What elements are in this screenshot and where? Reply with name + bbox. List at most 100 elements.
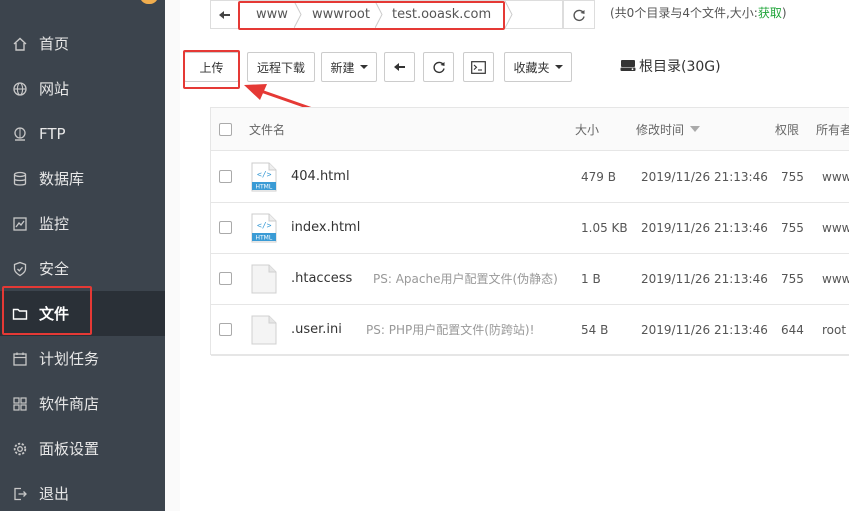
file-permission[interactable]: 755	[781, 151, 804, 202]
sidebar: 首页 网站 FTP 数据库 监控 安全 文件 计划任务 软件商店 面板设置 退出	[0, 0, 165, 511]
sidebar-item-files[interactable]: 文件	[0, 291, 165, 336]
upload-button[interactable]: 上传	[184, 52, 239, 82]
logout-icon	[11, 485, 29, 503]
sidebar-item-label: 文件	[39, 305, 70, 323]
breadcrumb-site[interactable]: test.ooask.com	[392, 1, 491, 28]
sort-desc-icon	[690, 126, 701, 132]
terminal-icon	[471, 60, 486, 74]
path-address-bar[interactable]: www wwwroot test.ooask.com	[237, 0, 563, 29]
blank-file-icon	[251, 304, 277, 355]
breadcrumb-separator-icon	[294, 1, 302, 28]
file-permission[interactable]: 644	[781, 304, 804, 355]
sidebar-item-label: 面板设置	[39, 440, 100, 458]
header-filename[interactable]: 文件名	[249, 108, 285, 150]
sidebar-item-label: 网站	[39, 80, 70, 98]
chevron-down-icon	[554, 65, 563, 69]
row-checkbox[interactable]	[219, 202, 232, 253]
header-owner[interactable]: 所有者	[816, 108, 849, 150]
directory-info: (共0个目录与4个文件,大小:获取)	[610, 0, 787, 27]
header-mtime-label: 修改时间	[636, 122, 685, 137]
file-name[interactable]: 404.html	[291, 151, 350, 202]
favorites-label: 收藏夹	[513, 60, 550, 75]
breadcrumb-separator-icon	[505, 1, 513, 28]
new-dropdown-button[interactable]: 新建	[321, 52, 377, 82]
sidebar-item-label: 数据库	[39, 170, 85, 188]
table-row[interactable]: .htaccess PS: Apache用户配置文件(伪静态) 1 B 2019…	[211, 253, 849, 305]
shield-icon	[11, 260, 29, 278]
svg-text:HTML: HTML	[256, 234, 273, 241]
sidebar-item-store[interactable]: 软件商店	[0, 381, 165, 426]
main-area: www wwwroot test.ooask.com (共0个目录与4个文件,大…	[165, 0, 849, 511]
globe-icon	[11, 80, 29, 98]
sidebar-item-database[interactable]: 数据库	[0, 156, 165, 201]
file-mtime: 2019/11/26 21:13:46	[641, 220, 768, 235]
sidebar-item-cron[interactable]: 计划任务	[0, 336, 165, 381]
row-checkbox[interactable]	[219, 151, 232, 202]
sidebar-item-security[interactable]: 安全	[0, 246, 165, 291]
blank-file-icon	[251, 253, 277, 304]
file-permission[interactable]: 755	[781, 253, 804, 304]
remote-download-button[interactable]: 远程下载	[247, 52, 315, 82]
select-all-checkbox[interactable]	[219, 108, 232, 150]
file-permission[interactable]: 755	[781, 202, 804, 253]
svg-text:HTML: HTML	[256, 183, 273, 190]
file-name[interactable]: .user.ini	[291, 304, 342, 355]
file-size: 54 B	[581, 322, 609, 337]
home-icon	[11, 35, 29, 53]
table-row[interactable]: </> HTML index.html 1.05 KB 2019/11/26 21…	[211, 202, 849, 254]
file-remark: PS: PHP用户配置文件(防跨站)!	[366, 323, 535, 337]
svg-text:</>: </>	[257, 221, 272, 230]
sidebar-item-home[interactable]: 首页	[0, 21, 165, 66]
remote-download-label: 远程下载	[256, 60, 305, 75]
file-owner: www	[822, 220, 849, 235]
hard-disk-icon	[620, 60, 636, 71]
ftp-icon	[11, 125, 29, 143]
header-permission[interactable]: 权限	[775, 108, 799, 150]
back-dir-button[interactable]	[384, 52, 415, 82]
folder-icon	[11, 305, 29, 323]
file-mtime: 2019/11/26 21:13:46	[641, 169, 768, 184]
gear-icon	[11, 440, 29, 458]
sidebar-item-logout[interactable]: 退出	[0, 471, 165, 516]
directory-info-suffix: )	[781, 6, 787, 20]
file-manager-panel: www wwwroot test.ooask.com (共0个目录与4个文件,大…	[180, 0, 849, 511]
sidebar-item-settings[interactable]: 面板设置	[0, 426, 165, 471]
sidebar-item-label: 软件商店	[39, 395, 100, 413]
upload-label: 上传	[199, 60, 224, 75]
sidebar-item-label: 首页	[39, 35, 70, 53]
breadcrumb-wwwroot[interactable]: wwwroot	[312, 1, 370, 28]
row-checkbox[interactable]	[219, 304, 232, 355]
table-row[interactable]: .user.ini PS: PHP用户配置文件(防跨站)! 54 B 2019/…	[211, 304, 849, 356]
get-size-link[interactable]: 获取	[758, 6, 782, 20]
terminal-button[interactable]	[463, 52, 494, 82]
breadcrumb-separator-icon	[375, 1, 383, 28]
refresh-list-button[interactable]	[423, 52, 454, 82]
favorites-dropdown-button[interactable]: 收藏夹	[504, 52, 572, 82]
disk-label: 根目录(30G)	[639, 59, 721, 75]
sidebar-item-label: 退出	[39, 485, 70, 503]
row-checkbox[interactable]	[219, 253, 232, 304]
file-size: 1 B	[581, 271, 601, 286]
file-remark: PS: Apache用户配置文件(伪静态)	[373, 272, 558, 286]
refresh-path-button[interactable]	[563, 0, 595, 29]
refresh-icon	[432, 61, 445, 74]
sidebar-item-ftp[interactable]: FTP	[0, 111, 165, 156]
disk-root-button[interactable]: 根目录(30G)	[620, 52, 721, 82]
new-label: 新建	[330, 60, 355, 75]
chevron-down-icon	[359, 65, 368, 69]
file-size: 479 B	[581, 169, 616, 184]
file-mtime: 2019/11/26 21:13:46	[641, 322, 768, 337]
table-header: 文件名 大小 修改时间 权限 所有者	[211, 108, 849, 151]
header-size[interactable]: 大小	[575, 108, 599, 150]
breadcrumb-www[interactable]: www	[256, 1, 288, 28]
file-owner: www	[822, 169, 849, 184]
header-mtime[interactable]: 修改时间	[636, 108, 701, 150]
file-table: 文件名 大小 修改时间 权限 所有者 </> HTML 404.html 479 …	[210, 107, 849, 356]
sidebar-item-label: 安全	[39, 260, 70, 278]
sidebar-item-sites[interactable]: 网站	[0, 66, 165, 111]
back-button[interactable]	[210, 0, 239, 29]
sidebar-item-monitor[interactable]: 监控	[0, 201, 165, 246]
file-name[interactable]: .htaccess	[291, 253, 352, 304]
table-row[interactable]: </> HTML 404.html 479 B 2019/11/26 21:13:…	[211, 151, 849, 203]
file-name[interactable]: index.html	[291, 202, 360, 253]
